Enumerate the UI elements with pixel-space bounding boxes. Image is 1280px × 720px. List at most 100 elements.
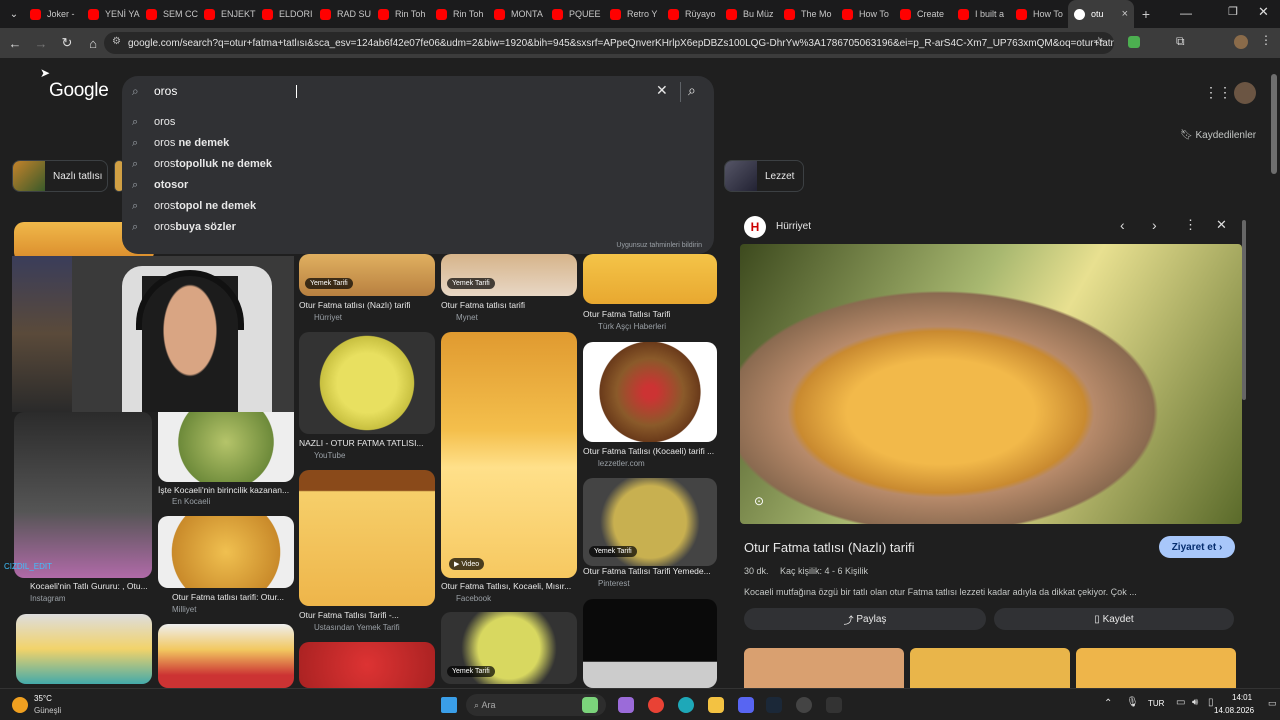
suggestion-item[interactable]: ⌕ otosor	[132, 179, 188, 191]
tab-search-icon[interactable]: ⌄	[4, 3, 24, 25]
tab-item[interactable]: RAD SU	[314, 0, 372, 28]
saved-link[interactable]: 🔖︎ Kaydedilenler	[1180, 130, 1256, 141]
related-image[interactable]	[744, 648, 904, 688]
minimize-button[interactable]: —	[1180, 6, 1192, 20]
tab-item[interactable]: I built a	[952, 0, 1010, 28]
clock-time[interactable]: 14:01	[1232, 693, 1252, 702]
weather-temp[interactable]: 35°C	[34, 694, 52, 703]
result-image[interactable]	[158, 516, 294, 588]
chrome-icon[interactable]	[648, 697, 664, 713]
result-source[interactable]: Milliyet	[172, 605, 196, 614]
reload-icon[interactable]: ↻	[56, 32, 78, 54]
start-button[interactable]	[441, 697, 457, 713]
suggestion-item[interactable]: ⌕ orosbuya sözler	[132, 221, 236, 233]
result-image[interactable]: Yemek Tarifi	[441, 612, 577, 684]
tab-item[interactable]: How To	[1010, 0, 1068, 28]
tab-item[interactable]: PQUEE	[546, 0, 604, 28]
result-caption[interactable]: NAZLI - OTUR FATMA TATLISI...	[299, 438, 435, 448]
tab-item[interactable]: ELDORI	[256, 0, 314, 28]
result-image[interactable]	[158, 402, 294, 482]
tray-arrow-icon[interactable]: ⌃	[1104, 698, 1112, 709]
widget-icon[interactable]	[582, 697, 598, 713]
tab-item[interactable]: The Mo	[778, 0, 836, 28]
search-submit-icon[interactable]: ⌕	[688, 82, 696, 99]
result-image[interactable]	[299, 332, 435, 434]
network-icon[interactable]: ▭	[1176, 697, 1185, 708]
lens-icon[interactable]: ⊙	[754, 494, 764, 508]
extensions-puzzle-icon[interactable]: ⧉	[1176, 34, 1185, 49]
result-image[interactable]	[299, 470, 435, 606]
result-source[interactable]: En Kocaeli	[172, 497, 210, 506]
obs-icon[interactable]	[796, 697, 812, 713]
result-caption[interactable]: Otur Fatma tatlısı (Nazlı) tarifi	[299, 300, 435, 310]
language-indicator[interactable]: TUR	[1148, 699, 1164, 708]
apps-grid-icon[interactable]: ⋮⋮	[1204, 84, 1232, 101]
suggestion-item[interactable]: ⌕ oros	[132, 116, 175, 128]
result-source[interactable]: lezzetler.com	[598, 459, 645, 468]
panel-source[interactable]: Hürriyet	[776, 221, 811, 232]
google-logo[interactable]: Google	[49, 80, 109, 102]
tab-item[interactable]: MONTA	[488, 0, 546, 28]
new-tab-button[interactable]: +	[1134, 6, 1158, 22]
chip-nazli[interactable]: Nazlı tatlısı	[12, 160, 108, 192]
prev-arrow-icon[interactable]: ‹	[1120, 217, 1125, 233]
app-icon[interactable]	[826, 697, 842, 713]
scroll-thumb[interactable]	[1271, 74, 1277, 174]
result-source[interactable]: YouTube	[314, 451, 345, 460]
result-image[interactable]	[14, 412, 152, 578]
account-avatar[interactable]	[1234, 82, 1256, 104]
result-caption[interactable]: Otur Fatma tatlısı tarifi: Otur...	[172, 592, 294, 602]
tab-item[interactable]: Rin Toh	[372, 0, 430, 28]
tab-active[interactable]: otu ×	[1068, 0, 1134, 28]
forward-arrow-icon[interactable]: →	[30, 32, 52, 54]
report-suggestions-link[interactable]: Uygunsuz tahminleri bildirin	[616, 242, 702, 249]
tab-item[interactable]: Bu Müz	[720, 0, 778, 28]
next-arrow-icon[interactable]: ›	[1152, 217, 1157, 233]
tab-item[interactable]: YENİ YA	[82, 0, 140, 28]
menu-dots-icon[interactable]: ⋮	[1260, 33, 1272, 47]
result-caption[interactable]: Otur Fatma Tatlısı (Kocaeli) tarifi ...	[583, 446, 717, 456]
related-image[interactable]	[1076, 648, 1236, 688]
home-icon[interactable]: ⌂	[82, 32, 104, 54]
tab-item[interactable]: Joker -	[24, 0, 82, 28]
site-info-icon[interactable]: ⚙	[112, 36, 121, 47]
result-source[interactable]: Facebook	[456, 594, 491, 603]
edge-icon[interactable]	[678, 697, 694, 713]
result-caption[interactable]: Otur Fatma Tatlısı Tarifi	[583, 309, 717, 319]
result-image[interactable]	[299, 642, 435, 688]
result-image[interactable]	[583, 254, 717, 304]
suggestion-item[interactable]: ⌕ orostopolluk ne demek	[132, 158, 272, 170]
clear-search-icon[interactable]: ✕	[656, 82, 668, 99]
notification-icon[interactable]: ▭	[1268, 698, 1277, 709]
tab-item[interactable]: Create	[894, 0, 952, 28]
tab-item[interactable]: Rin Toh	[430, 0, 488, 28]
tab-item[interactable]: Rüyayo	[662, 0, 720, 28]
result-caption[interactable]: Otur Fatma Tatlısı Tarifi Yemede...	[583, 566, 717, 576]
suggestion-item[interactable]: ⌕ oros ne demek	[132, 137, 229, 149]
result-image[interactable]	[16, 614, 152, 684]
result-source[interactable]: Instagram	[30, 594, 66, 603]
tab-item[interactable]: Retro Y	[604, 0, 662, 28]
profile-avatar[interactable]	[1234, 35, 1248, 49]
close-panel-icon[interactable]: ✕	[1216, 217, 1227, 233]
result-source[interactable]: Mynet	[456, 313, 478, 322]
preview-image[interactable]: ⊙	[740, 244, 1242, 524]
result-source[interactable]: Ustasından Yemek Tarifi	[314, 623, 400, 632]
result-caption[interactable]: Kocaeli'nin Tatlı Gururu: , Otu...	[30, 581, 154, 591]
chip-lezzet[interactable]: Lezzet	[724, 160, 804, 192]
clock-date[interactable]: 14.08.2026	[1214, 706, 1254, 715]
close-tab-icon[interactable]: ×	[1122, 8, 1128, 20]
result-image[interactable]: ▶ Video	[441, 332, 577, 578]
result-caption[interactable]: İşte Kocaeli'nin birincilik kazanan...	[158, 485, 294, 495]
result-image[interactable]: Yemek Tarifi	[299, 254, 435, 296]
app-icon[interactable]	[618, 697, 634, 713]
steam-icon[interactable]	[766, 697, 782, 713]
back-arrow-icon[interactable]: ←	[4, 32, 26, 54]
discord-icon[interactable]	[738, 697, 754, 713]
result-image[interactable]	[583, 599, 717, 688]
mic-icon[interactable]: 🎙︎	[1126, 697, 1139, 708]
search-input[interactable]: oros	[154, 84, 177, 98]
tab-item[interactable]: How To	[836, 0, 894, 28]
maximize-button[interactable]: ❐	[1228, 5, 1238, 18]
result-source[interactable]: Türk Aşçı Haberleri	[598, 322, 666, 331]
